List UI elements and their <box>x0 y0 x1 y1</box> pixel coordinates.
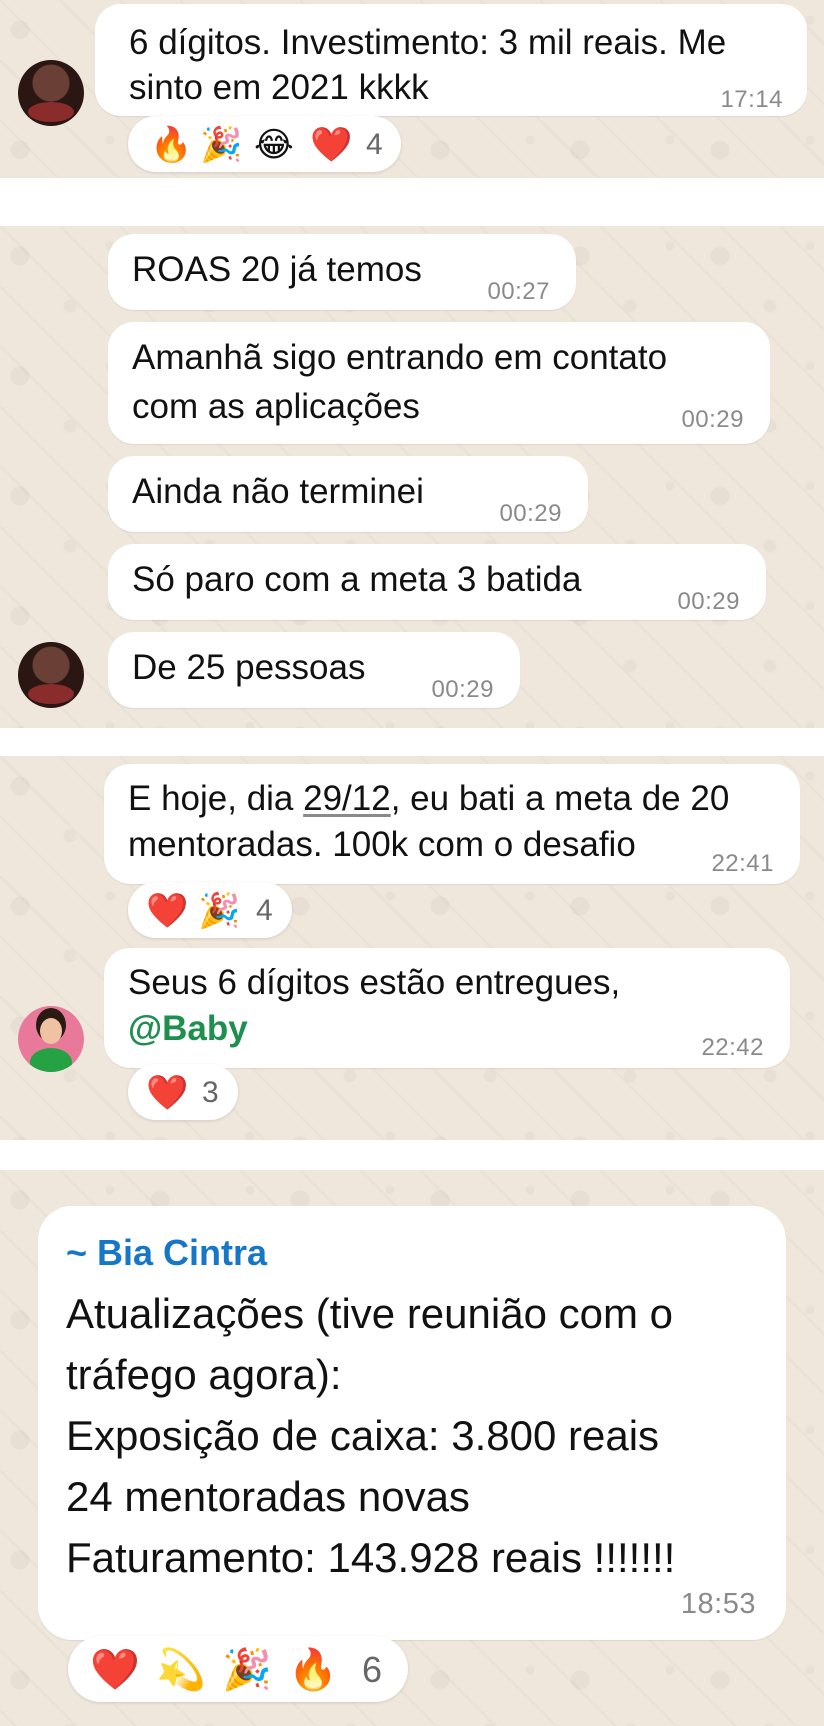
message-text-line: @Baby <box>128 1004 248 1054</box>
message-text-line: sinto em 2021 kkkk <box>129 68 429 107</box>
reactions-bar[interactable]: 🔥 🎉 😂 ❤️ 4 <box>128 116 401 172</box>
heart-emoji-icon: ❤️ <box>146 892 189 930</box>
date-link[interactable]: 29/12 <box>303 779 391 818</box>
message-text-line: com as aplicações <box>132 387 420 426</box>
message-text-line: Amanhã sigo entrando em contato <box>132 338 668 377</box>
chat-panel-1: 6 dígitos. Investimento: 3 mil reais. Me… <box>0 0 824 178</box>
reactions-bar[interactable]: ❤️ 🎉 4 <box>128 882 292 938</box>
message-text: Só paro com a meta 3 batida <box>132 560 582 599</box>
message-text-line: Atualizações (tive reunião com o <box>66 1290 673 1337</box>
message-text-line: 6 dígitos. Investimento: 3 mil reais. Me <box>129 23 727 62</box>
fire-emoji-icon: 🔥 <box>150 126 193 164</box>
message-text-line: 24 mentoradas novas <box>66 1473 470 1520</box>
contact-avatar[interactable] <box>18 1006 84 1072</box>
message-text-line: Seus 6 dígitos estão entregues, <box>128 963 621 1002</box>
sender-name[interactable]: ~ Bia Cintra <box>66 1228 267 1278</box>
message-text-line: Faturamento: 143.928 reais !!!!!!! <box>66 1534 676 1581</box>
message-text-line: mentoradas. 100k com o desafio <box>128 825 636 864</box>
message-time: 00:29 <box>677 588 740 615</box>
message-text-part: , eu bati a meta de 20 <box>390 779 730 818</box>
message-bubble[interactable]: Seus 6 dígitos estão entregues, @Baby 22… <box>104 948 790 1068</box>
mention-link[interactable]: @Baby <box>128 1009 248 1048</box>
heart-emoji-icon: ❤️ <box>146 1074 189 1112</box>
message-bubble[interactable]: 6 dígitos. Investimento: 3 mil reais. Me… <box>95 4 807 116</box>
message-text: ROAS 20 já temos <box>132 250 422 289</box>
heart-emoji-icon: ❤️ <box>90 1648 140 1692</box>
chat-panel-4: ~ Bia Cintra Atualizações (tive reunião … <box>0 1170 824 1726</box>
message-bubble[interactable]: ~ Bia Cintra Atualizações (tive reunião … <box>38 1206 786 1640</box>
message-time: 00:27 <box>487 278 550 305</box>
reaction-count: 4 <box>366 128 383 161</box>
fire-emoji-icon: 🔥 <box>288 1648 338 1692</box>
message-bubble[interactable]: Só paro com a meta 3 batida 00:29 <box>108 544 766 620</box>
reaction-count: 4 <box>256 894 273 927</box>
reaction-count: 6 <box>362 1649 383 1690</box>
message-bubble[interactable]: Amanhã sigo entrando em contato com as a… <box>108 322 770 444</box>
message-text: De 25 pessoas <box>132 648 366 687</box>
heart-emoji-icon: ❤️ <box>310 126 353 164</box>
message-time: 17:14 <box>720 86 783 113</box>
party-popper-emoji-icon: 🎉 <box>222 1648 272 1692</box>
message-time: 00:29 <box>681 406 744 433</box>
message-time: 00:29 <box>431 676 494 703</box>
reactions-bar[interactable]: ❤️ 💫 🎉 🔥 6 <box>68 1636 408 1702</box>
message-text-part: E hoje, dia <box>128 779 304 818</box>
message-text-line: tráfego agora): <box>66 1351 342 1398</box>
message-text-line: E hoje, dia 29/12, eu bati a meta de 20 <box>128 774 729 824</box>
message-text-line: Exposição de caixa: 3.800 reais <box>66 1412 660 1459</box>
reaction-count: 3 <box>202 1076 219 1109</box>
party-popper-emoji-icon: 🎉 <box>200 126 243 164</box>
contact-avatar[interactable] <box>18 60 84 126</box>
message-text: Ainda não terminei <box>132 472 424 511</box>
reactions-bar[interactable]: ❤️ 3 <box>128 1064 238 1120</box>
party-popper-emoji-icon: 🎉 <box>198 892 241 930</box>
message-time: 18:53 <box>680 1588 756 1620</box>
message-bubble[interactable]: De 25 pessoas 00:29 <box>108 632 520 708</box>
chat-panel-3: E hoje, dia 29/12, eu bati a meta de 20 … <box>0 756 824 1140</box>
message-bubble[interactable]: Ainda não terminei 00:29 <box>108 456 588 532</box>
chat-panel-2: ROAS 20 já temos 00:27 Amanhã sigo entra… <box>0 226 824 728</box>
dizzy-emoji-icon: 💫 <box>156 1648 206 1692</box>
message-time: 22:42 <box>701 1034 764 1061</box>
laughing-emoji-icon: 😂 <box>254 126 294 164</box>
contact-avatar[interactable] <box>18 642 84 708</box>
message-bubble[interactable]: E hoje, dia 29/12, eu bati a meta de 20 … <box>104 764 800 884</box>
message-time: 00:29 <box>499 500 562 527</box>
message-time: 22:41 <box>711 850 774 877</box>
message-bubble[interactable]: ROAS 20 já temos 00:27 <box>108 234 576 310</box>
